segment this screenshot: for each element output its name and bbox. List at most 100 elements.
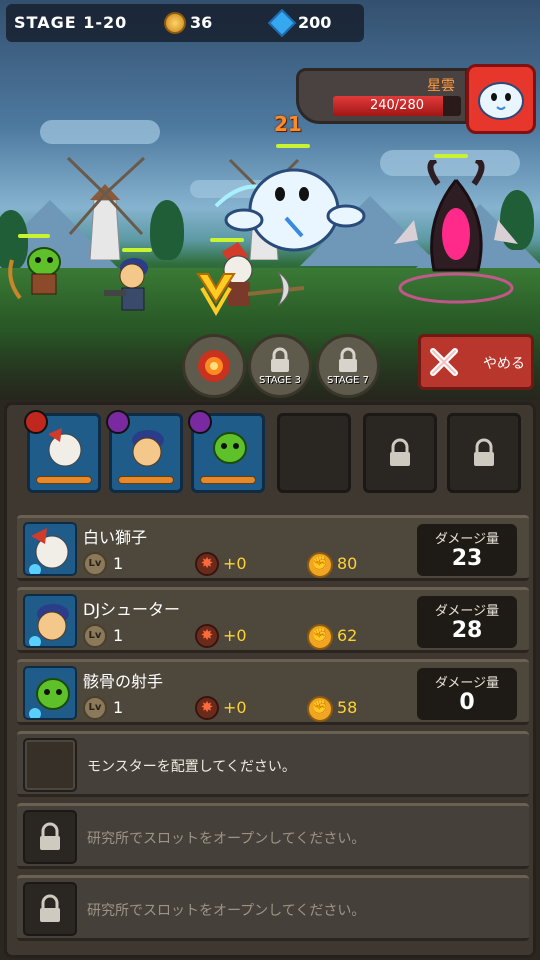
stage-label: STAGE 1-20 [14,13,128,32]
monster-row-white-lion[interactable]: 白い獅子 Lv 1 ✸ +0 ✊ 80 ダメージ量 23 [17,515,529,581]
enhance-icon: ✸ [195,624,219,648]
dj-shooter-portrait [29,604,69,646]
skill-locked-stage3[interactable]: STAGE 3 [248,334,312,398]
xp-bar [118,476,174,484]
gem-count: 200 [298,13,332,32]
white-lion-portrait [48,428,82,467]
lock-icon [390,438,410,466]
boss-hp-text: 240/280 [369,98,424,113]
enhance-icon: ✸ [195,552,219,576]
damage-value: 23 [451,546,483,571]
ghost-hp-bar [276,144,310,148]
empty-slot-frame [23,738,77,792]
monster-portrait [23,522,77,576]
coin-icon[interactable] [164,12,186,34]
damage-title: ダメージ量 [434,604,500,619]
skill-fire-button[interactable] [182,334,246,398]
dj-shooter-portrait [132,430,164,467]
gem-icon[interactable] [267,8,297,38]
damage-title: ダメージ量 [434,676,500,691]
monster-row-dj-shooter[interactable]: DJシューター Lv 1 ✸ +0 ✊ 62 ダメージ量 28 [17,587,529,653]
locked-slot-message: 研究所でスロットをオープンしてください。 [87,831,366,847]
attack-fist-icon: ✊ [307,624,333,650]
lock-icon [40,822,60,850]
team-slot-locked[interactable] [447,413,521,493]
team-slot-skeleton-archer[interactable] [188,410,265,493]
boss-hp-bar: 240/280 [333,96,461,116]
close-icon [430,348,458,376]
cloud [40,120,160,144]
locked-slot-row[interactable]: 研究所でスロットをオープンしてください。 [17,875,529,941]
damage-title: ダメージ量 [434,532,500,547]
team-slot-locked[interactable] [363,413,437,493]
skeleton-archer-portrait [29,678,70,718]
enemy-hp-bar [434,154,468,158]
team-slot-empty[interactable] [277,413,351,493]
damage-box: ダメージ量 23 [417,524,517,576]
team-panel: 白い獅子 Lv 1 ✸ +0 ✊ 80 ダメージ量 23 DJシューター Lv … [4,402,536,958]
attack-fist-icon: ✊ [307,696,333,722]
empty-slot-message: モンスターを配置してください。 [87,759,296,775]
lock-icon [271,347,289,372]
fire-orb-icon [198,350,230,382]
white-lion-portrait [29,528,69,574]
lock-icon [339,347,357,372]
locked-slot-frame [23,810,77,864]
level-icon: Lv [83,624,107,648]
team-slot-bar [17,410,529,497]
damage-popup: 21 [274,112,302,136]
attack-value: 58 [337,698,358,717]
dj-shooter-sprite[interactable] [100,252,166,318]
xp-bar [36,476,92,484]
level-icon: Lv [83,696,107,720]
monster-level: 1 [113,698,124,717]
enhance-bonus: +0 [223,626,247,645]
locked-slot-row[interactable]: 研究所でスロットをオープンしてください。 [17,803,529,869]
monster-name: 骸骨の射手 [83,672,164,691]
monster-row-skeleton-archer[interactable]: 骸骨の射手 Lv 1 ✸ +0 ✊ 58 ダメージ量 0 [17,659,529,725]
locked-slot-frame [23,882,77,936]
selection-arrow-icon [196,273,236,316]
skeleton-archer-sprite[interactable] [6,240,76,306]
damage-value: 28 [451,618,483,643]
skill-locked-stage7[interactable]: STAGE 7 [316,334,380,398]
monster-level: 1 [113,626,124,645]
monster-level: 1 [113,554,124,573]
lock-icon [40,894,60,922]
enhance-bonus: +0 [223,554,247,573]
lock-icon [474,438,494,466]
team-slot-dj-shooter[interactable] [106,410,183,493]
locked-slot-message: 研究所でスロットをオープンしてください。 [87,903,366,919]
skeleton-archer-portrait [213,432,247,464]
hero-hp-bar [18,234,50,238]
status-bar: STAGE 1-20 36 200 [6,4,364,42]
attack-fist-icon: ✊ [307,552,333,578]
skill-unlock-label: STAGE 7 [327,374,369,386]
enhance-icon: ✸ [195,696,219,720]
level-icon: Lv [83,552,107,576]
ghost-boss-sprite[interactable] [206,156,366,260]
xp-bar [200,476,256,484]
team-slot-white-lion[interactable] [24,410,101,493]
cancel-button[interactable]: やめる [418,334,534,390]
attack-value: 80 [337,554,358,573]
skill-unlock-label: STAGE 3 [259,374,301,386]
boss-name: 星雲 [427,78,455,94]
monster-portrait [23,666,77,720]
damage-value: 0 [459,690,475,715]
monster-portrait [23,594,77,648]
ghost-avatar-icon [478,82,524,120]
dark-portal-enemy-sprite[interactable] [394,160,524,310]
tree [150,200,184,260]
damage-box: ダメージ量 0 [417,668,517,720]
enhance-bonus: +0 [223,698,247,717]
attack-value: 62 [337,626,358,645]
cancel-label: やめる [483,356,525,372]
coin-count: 36 [190,13,213,32]
monster-name: DJシューター [83,600,181,619]
boss-portrait[interactable] [466,64,536,134]
boss-status-panel: 星雲 240/280 [296,68,468,124]
empty-slot-row[interactable]: モンスターを配置してください。 [17,731,529,797]
damage-box: ダメージ量 28 [417,596,517,648]
monster-name: 白い獅子 [83,528,148,547]
